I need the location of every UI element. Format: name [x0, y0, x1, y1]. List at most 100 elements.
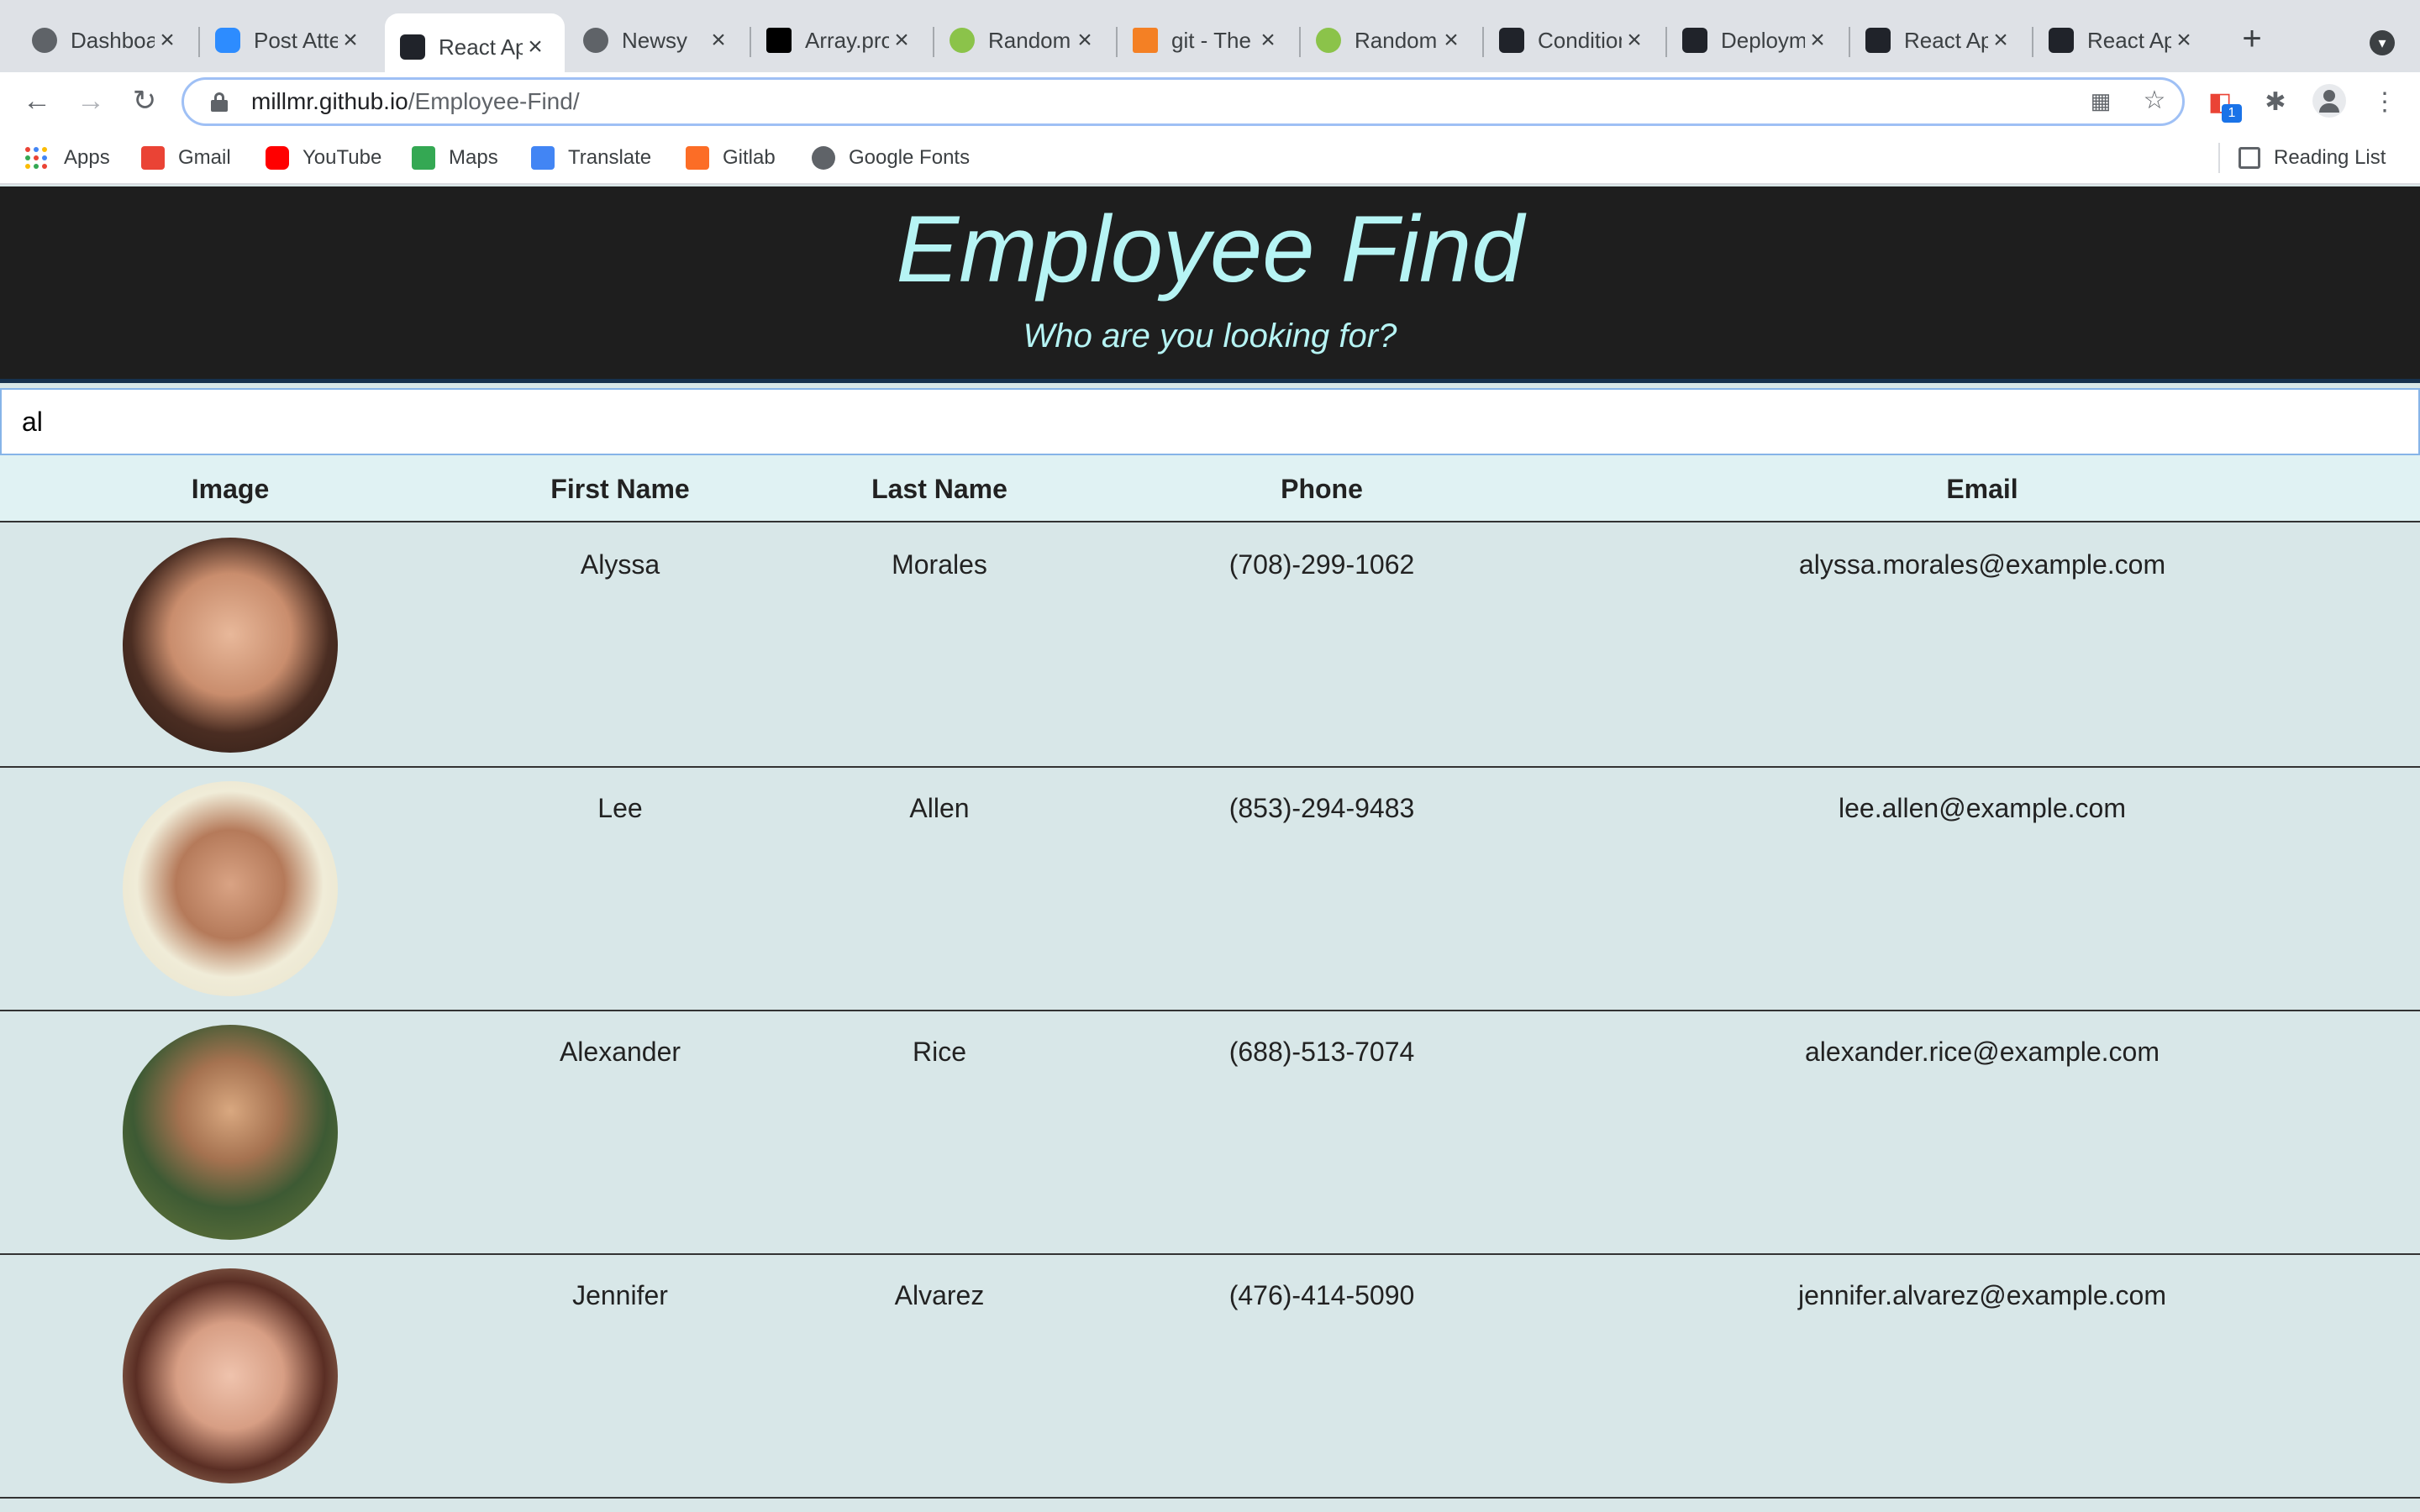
tab-random-user-2[interactable]: Random User × [1301, 13, 1481, 67]
reload-button[interactable]: ↻ [126, 82, 163, 119]
search-input[interactable] [0, 388, 2420, 455]
globe-icon [32, 28, 57, 53]
close-icon[interactable]: × [1255, 26, 1281, 55]
react-icon [1682, 28, 1707, 53]
tab-label: Dashboard [71, 27, 155, 53]
email-cell: lee.allen@example.com [1839, 793, 2126, 823]
bookmark-label: Gitlab [723, 146, 776, 169]
tab-react-app-2[interactable]: React App × [1850, 13, 2030, 67]
close-icon[interactable]: × [889, 26, 914, 55]
close-icon[interactable]: × [706, 26, 731, 55]
page-title: Employee Find [896, 197, 1524, 302]
tab-react-app-3[interactable]: React App × [2033, 13, 2213, 67]
tab-label: Random User [988, 27, 1072, 53]
bookmark-youtube[interactable]: YouTube [266, 141, 381, 175]
gitlab-icon [686, 146, 709, 170]
extensions-puzzle-icon[interactable]: ✱ [2259, 86, 2292, 119]
email-cell: alyssa.morales@example.com [1798, 549, 2166, 580]
close-icon[interactable]: × [2171, 26, 2196, 55]
tab-label: Random User [1355, 27, 1439, 53]
new-tab-button[interactable]: + [2235, 20, 2269, 60]
last-name-cell: Alvarez [894, 1280, 985, 1310]
youtube-icon [266, 146, 289, 170]
extension-badge: 1 [2222, 104, 2242, 123]
email-cell: alexander.rice@example.com [1804, 1037, 2160, 1067]
page-header: Employee Find Who are you looking for? [0, 186, 2420, 383]
close-icon[interactable]: × [1622, 26, 1647, 55]
bookmark-translate[interactable]: Translate [531, 141, 651, 175]
first-name-cell: Alexander [559, 1037, 681, 1067]
phone-cell: (853)-294-9483 [1228, 793, 1415, 823]
table-header: Image First Name Last Name Phone Email [0, 455, 2420, 522]
bookmark-label: Maps [449, 146, 498, 169]
forward-button[interactable]: → [72, 82, 109, 119]
stackoverflow-icon [1133, 28, 1158, 53]
table-row: Alyssa Morales (708)-299-1062 alyssa.mor… [0, 524, 2420, 768]
column-header-image[interactable]: Image [0, 474, 460, 505]
translate-icon [531, 146, 555, 170]
close-icon[interactable]: × [155, 26, 180, 55]
tab-search-icon[interactable]: ▾ [2370, 30, 2395, 55]
table-row: Lee Allen (853)-294-9483 lee.allen@examp… [0, 768, 2420, 1011]
url-path: /Employee-Find/ [408, 88, 580, 114]
bookmark-gmail[interactable]: Gmail [141, 141, 231, 175]
phone-cell: (476)-414-5090 [1228, 1280, 1415, 1310]
profile-avatar-icon[interactable] [2312, 84, 2346, 118]
close-icon[interactable]: × [1439, 26, 1464, 55]
menu-kebab-icon[interactable]: ⋮ [2368, 86, 2402, 119]
close-icon[interactable]: × [338, 26, 363, 55]
column-header-phone[interactable]: Phone [1099, 474, 1544, 505]
tab-label: Post Attendee [254, 27, 338, 53]
employee-photo [123, 781, 338, 996]
bookmark-label: Google Fonts [849, 146, 971, 169]
close-icon[interactable]: × [1805, 26, 1830, 55]
table-row: Jennifer Alvarez (476)-414-5090 jennifer… [0, 1255, 2420, 1499]
mdn-icon [766, 28, 792, 53]
tab-deployment[interactable]: Deployment × [1667, 13, 1847, 67]
tab-label: Newsy [622, 27, 688, 53]
bookmarks-separator [2218, 143, 2220, 173]
bookmark-star-icon[interactable]: ☆ [2139, 86, 2170, 116]
last-name-cell: Morales [892, 549, 987, 580]
globe-icon [812, 146, 835, 170]
first-name-cell: Jennifer [572, 1280, 668, 1310]
qr-code-icon[interactable]: ▦ [2086, 86, 2116, 116]
tab-bar: Dashboard × Post Attendee × React App × … [0, 0, 2420, 81]
tab-git[interactable]: git - The × [1118, 13, 1297, 67]
bookmark-gitlab[interactable]: Gitlab [686, 141, 776, 175]
close-icon[interactable]: × [1072, 26, 1097, 55]
column-header-last-name[interactable]: Last Name [780, 474, 1099, 505]
tab-dashboard[interactable]: Dashboard × [17, 13, 197, 67]
react-icon [1499, 28, 1524, 53]
tab-array-prototype[interactable]: Array.prototype × [751, 13, 931, 67]
reading-list-label: Reading List [2274, 146, 2386, 169]
tab-conditional[interactable]: Conditional × [1484, 13, 1664, 67]
zoom-icon [215, 28, 240, 53]
reading-list-button[interactable]: Reading List [2238, 141, 2386, 175]
column-header-email[interactable]: Email [1544, 474, 2420, 505]
randomuser-icon [1316, 28, 1341, 53]
close-icon[interactable]: × [1988, 26, 2013, 55]
back-button[interactable]: ← [18, 82, 55, 119]
close-icon[interactable]: × [523, 33, 548, 61]
tab-label: Conditional [1538, 27, 1622, 53]
bookmark-label: YouTube [302, 146, 382, 169]
globe-icon [583, 28, 608, 53]
bookmark-apps[interactable]: Apps [25, 141, 110, 175]
lock-icon[interactable] [209, 92, 229, 112]
tab-label: React App [439, 34, 523, 60]
table-row-partial [0, 1499, 2420, 1512]
bookmark-maps[interactable]: Maps [412, 141, 498, 175]
react-icon [1865, 28, 1891, 53]
tab-newsy[interactable]: Newsy × [568, 13, 748, 67]
address-bar[interactable]: millmr.github.io/Employee-Find/ [182, 77, 2185, 126]
tab-react-app-active[interactable]: React App × [385, 13, 565, 81]
bookmark-label: Gmail [178, 146, 231, 169]
tab-random-user[interactable]: Random User × [934, 13, 1114, 67]
column-header-first-name[interactable]: First Name [460, 474, 780, 505]
tab-post-attendee[interactable]: Post Attendee × [200, 13, 380, 67]
bookmark-google-fonts[interactable]: Google Fonts [812, 141, 970, 175]
tab-label: React App [1904, 27, 1988, 53]
employee-photo [123, 1268, 338, 1483]
react-icon [2049, 28, 2074, 53]
